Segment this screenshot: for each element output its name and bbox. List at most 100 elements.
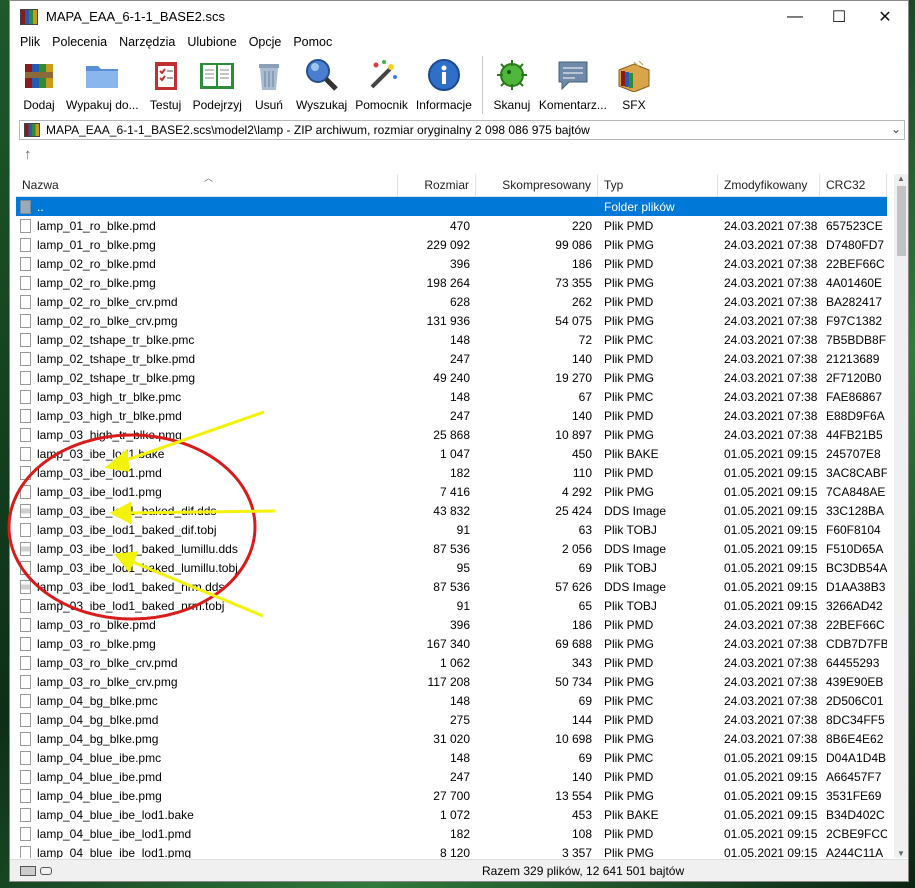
cell-crc32: BA282417	[826, 294, 883, 309]
table-row[interactable]: lamp_02_ro_blke_crv.pmd 628 262 Plik PMD 24.…	[16, 292, 887, 311]
sfx-button[interactable]: SFX	[611, 52, 657, 112]
cell-type: Plik PMD	[604, 617, 654, 632]
scroll-up-icon[interactable]: ▲	[897, 174, 905, 183]
scroll-down-icon[interactable]: ▼	[897, 849, 905, 858]
table-row[interactable]: lamp_03_ibe_lod1_baked_nrm.tobj 91 65 Plik …	[16, 596, 887, 615]
key-icon	[40, 867, 52, 875]
file-name: lamp_03_ro_blke_crv.pmd	[37, 655, 178, 670]
cell-compressed: 99 086	[555, 237, 592, 252]
cell-type: Plik TOBJ	[604, 598, 657, 613]
add-button[interactable]: Dodaj	[16, 52, 62, 112]
file-name: lamp_03_ibe_lod1_baked_dif.dds	[37, 503, 217, 518]
cell-type: Plik PMG	[604, 275, 655, 290]
cell-compressed: 69 688	[555, 636, 592, 651]
table-row[interactable]: lamp_04_blue_ibe_lod1.bake 1 072 453 Plik B…	[16, 805, 887, 824]
close-button[interactable]: ✕	[862, 1, 908, 32]
table-row[interactable]: lamp_04_blue_ibe.pmd 247 140 Plik PMD 01.05.…	[16, 767, 887, 786]
table-row[interactable]: lamp_04_blue_ibe.pmg 27 700 13 554 Plik PMG…	[16, 786, 887, 805]
table-row[interactable]: lamp_04_bg_blke.pmd 275 144 Plik PMD 24.03.2…	[16, 710, 887, 729]
table-row[interactable]: lamp_04_blue_ibe_lod1.pmg 8 120 3 357 Plik …	[16, 843, 887, 858]
delete-button[interactable]: Usuń	[246, 52, 292, 112]
menu-ulubione[interactable]: Ulubione	[181, 35, 242, 49]
find-button[interactable]: Wyszukaj	[292, 52, 351, 112]
table-row[interactable]: lamp_02_ro_blke.pmd 396 186 Plik PMD 24.03.2…	[16, 254, 887, 273]
add-archive-icon	[20, 56, 58, 94]
scan-button[interactable]: Skanuj	[489, 52, 535, 112]
table-row[interactable]: lamp_03_ibe_lod1_baked_dif.tobj 91 63 Plik …	[16, 520, 887, 539]
file-icon	[20, 731, 31, 746]
col-crc32[interactable]: CRC32	[820, 174, 887, 196]
menu-opcje[interactable]: Opcje	[243, 35, 288, 49]
maximize-button[interactable]: ☐	[816, 1, 862, 32]
table-row[interactable]: lamp_03_ro_blke.pmd 396 186 Plik PMD 24.03.2…	[16, 615, 887, 634]
cell-name: lamp_04_blue_ibe.pmc	[16, 750, 398, 765]
title-bar[interactable]: MAPA_EAA_6-1-1_BASE2.scs — ☐ ✕	[10, 1, 908, 32]
up-folder-arrow-icon[interactable]: ↑	[24, 146, 32, 163]
table-row[interactable]: lamp_04_blue_ibe_lod1.pmd 182 108 Plik PMD 0…	[16, 824, 887, 843]
chevron-down-icon[interactable]: ⌄	[891, 122, 901, 136]
table-row[interactable]: lamp_03_ibe_lod1.pmd 182 110 Plik PMD 01.05.…	[16, 463, 887, 482]
table-row[interactable]: lamp_03_ibe_lod1.bake 1 047 450 Plik BAKE 01…	[16, 444, 887, 463]
file-name: lamp_01_ro_blke.pmd	[37, 218, 156, 233]
test-button[interactable]: Testuj	[143, 52, 189, 112]
table-row[interactable]: lamp_02_ro_blke_crv.pmg 131 936 54 075 Plik…	[16, 311, 887, 330]
cell-modified: 24.03.2021 07:38	[724, 294, 818, 309]
table-row[interactable]: lamp_03_high_tr_blke.pmd 247 140 Plik PMD 24…	[16, 406, 887, 425]
extract-button[interactable]: Wypakuj do...	[62, 52, 143, 112]
file-name: lamp_03_high_tr_blke.pmc	[37, 389, 182, 404]
table-row[interactable]: lamp_03_high_tr_blke.pmc 148 67 Plik PMC 24.…	[16, 387, 887, 406]
table-row[interactable]: lamp_03_high_tr_blke.pmg 25 868 10 897 Plik…	[16, 425, 887, 444]
cell-crc32: 245707E8	[826, 446, 881, 461]
table-row[interactable]: lamp_02_tshape_tr_blke.pmd 247 140 Plik PMD…	[16, 349, 887, 368]
table-row[interactable]: lamp_03_ibe_lod1_baked_dif.dds 43 832 25 4…	[16, 501, 887, 520]
col-type[interactable]: Typ	[598, 174, 718, 196]
table-row[interactable]: lamp_03_ro_blke.pmg 167 340 69 688 Plik PMG…	[16, 634, 887, 653]
cell-type: Plik PMC	[604, 750, 654, 765]
wizard-button[interactable]: Pomocnik	[351, 52, 412, 112]
table-row[interactable]: lamp_03_ibe_lod1_baked_lumillu.dds 87 536…	[16, 539, 887, 558]
cell-size: 396	[449, 256, 470, 271]
cell-modified: 01.05.2021 09:15	[724, 598, 818, 613]
cell-name: lamp_03_ro_blke.pmg	[16, 636, 398, 651]
minimize-button[interactable]: —	[772, 1, 818, 32]
comment-button[interactable]: Komentarz...	[535, 52, 611, 112]
cell-modified: 24.03.2021 07:38	[724, 370, 818, 385]
table-row[interactable]: lamp_03_ibe_lod1_baked_lumillu.tobj 95 69 P…	[16, 558, 887, 577]
table-row[interactable]: lamp_01_ro_blke.pmg 229 092 99 086 Plik PMG…	[16, 235, 887, 254]
view-button[interactable]: Podejrzyj	[189, 52, 246, 112]
table-row[interactable]: lamp_02_tshape_tr_blke.pmg 49 240 19 270 Pl…	[16, 368, 887, 387]
cell-crc32: 3266AD42	[826, 598, 883, 613]
table-row[interactable]: lamp_03_ibe_lod1_baked_nrm.dds 87 536 57 6…	[16, 577, 887, 596]
cell-compressed: 69	[578, 693, 592, 708]
cell-compressed: 453	[571, 807, 592, 822]
cell-crc32: F60F8104	[826, 522, 881, 537]
col-size[interactable]: Rozmiar	[398, 174, 476, 196]
address-bar[interactable]: MAPA_EAA_6-1-1_BASE2.scs\model2\lamp - Z…	[19, 120, 905, 140]
table-row[interactable]: lamp_03_ro_blke_crv.pmg 117 208 50 734 Plik…	[16, 672, 887, 691]
menu-polecenia[interactable]: Polecenia	[46, 35, 113, 49]
menu-narzedzia[interactable]: Narzędzia	[113, 35, 181, 49]
menu-plik[interactable]: Plik	[14, 35, 46, 49]
cell-crc32: D7480FD7	[826, 237, 885, 252]
table-row[interactable]: lamp_02_tshape_tr_blke.pmc 148 72 Plik PMC 2…	[16, 330, 887, 349]
menu-pomoc[interactable]: Pomoc	[287, 35, 338, 49]
cell-name: lamp_04_blue_ibe_lod1.pmg	[16, 845, 398, 858]
table-row[interactable]: lamp_02_ro_blke.pmg 198 264 73 355 Plik PMG…	[16, 273, 887, 292]
scroll-thumb[interactable]	[897, 186, 906, 256]
file-name: lamp_02_tshape_tr_blke.pmg	[37, 370, 196, 385]
file-icon	[20, 617, 31, 632]
cell-type: Plik PMD	[604, 465, 654, 480]
vertical-scrollbar[interactable]: ▲ ▼	[894, 174, 908, 858]
table-row[interactable]: lamp_04_bg_blke.pmc 148 69 Plik PMC 24.03.20…	[16, 691, 887, 710]
table-row[interactable]: lamp_04_bg_blke.pmg 31 020 10 698 Plik PMG 2…	[16, 729, 887, 748]
parent-folder-row[interactable]: .. Folder plików	[16, 197, 887, 216]
col-modified[interactable]: Zmodyfikowany	[718, 174, 820, 196]
info-button[interactable]: Informacje	[412, 52, 476, 112]
table-row[interactable]: lamp_01_ro_blke.pmd 470 220 Plik PMD 24.03.2…	[16, 216, 887, 235]
col-compressed[interactable]: Skompresowany	[476, 174, 598, 196]
table-row[interactable]: lamp_03_ro_blke_crv.pmd 1 062 343 Plik PMD 2…	[16, 653, 887, 672]
cell-compressed: 186	[571, 617, 592, 632]
table-row[interactable]: lamp_03_ibe_lod1.pmg 7 416 4 292 Plik PMG 01…	[16, 482, 887, 501]
table-row[interactable]: lamp_04_blue_ibe.pmc 148 69 Plik PMC 01.05.2…	[16, 748, 887, 767]
cell-compressed: 108	[571, 826, 592, 841]
